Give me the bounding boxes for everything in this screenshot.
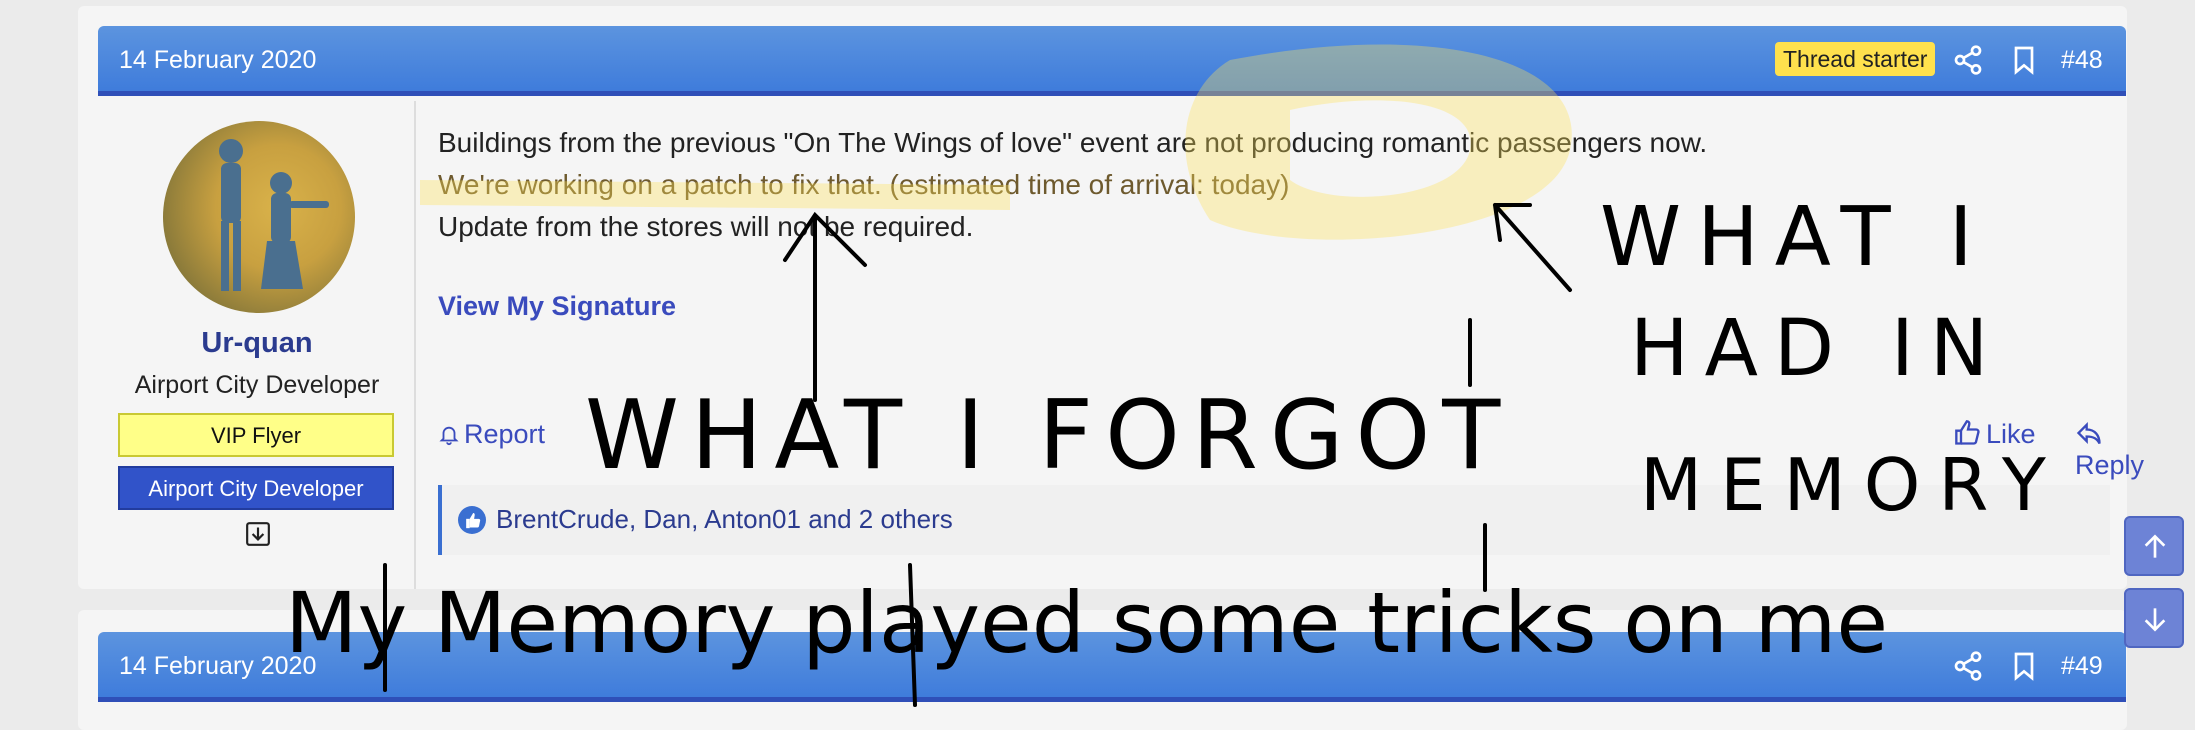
thumbs-up-icon <box>1955 420 1980 445</box>
scroll-up-button[interactable] <box>2124 516 2184 576</box>
post-date[interactable]: 14 February 2020 <box>119 652 316 681</box>
likes-list[interactable]: BrentCrude, Dan, Anton01 and 2 others <box>496 504 953 535</box>
vip-flyer-banner: VIP Flyer <box>118 413 394 457</box>
user-panel: Ur-quan Airport City Developer VIP Flyer… <box>98 101 416 589</box>
like-label: Like <box>1986 419 2036 449</box>
view-signature-link[interactable]: View My Signature <box>438 291 676 322</box>
like-reaction-icon <box>458 506 486 534</box>
bell-icon <box>439 426 459 446</box>
report-button[interactable]: Report <box>438 419 545 450</box>
post-date[interactable]: 14 February 2020 <box>119 46 316 75</box>
post-content: Buildings from the previous "On The Wing… <box>438 101 2144 589</box>
bookmark-icon[interactable] <box>2008 44 2040 76</box>
avatar-figures-icon <box>219 139 329 291</box>
body-line-2: We're working on a patch to fix that. (e… <box>438 169 1290 200</box>
expand-icon[interactable] <box>245 521 271 547</box>
report-label: Report <box>464 419 546 449</box>
like-button[interactable]: Like <box>1954 419 2036 450</box>
post-number[interactable]: #49 <box>2061 652 2103 681</box>
post-header: 14 February 2020 Thread starter #48 <box>98 26 2126 96</box>
likes-summary[interactable]: BrentCrude, Dan, Anton01 and 2 others <box>438 485 2110 555</box>
thread-starter-badge: Thread starter <box>1775 42 1936 76</box>
avatar[interactable] <box>163 121 355 313</box>
username[interactable]: Ur-quan <box>98 327 416 360</box>
body-line-3: Update from the stores will not be requi… <box>438 211 974 242</box>
post-number[interactable]: #48 <box>2061 46 2103 75</box>
arrow-up-icon <box>2144 534 2166 558</box>
scroll-down-button[interactable] <box>2124 588 2184 648</box>
reply-icon <box>2076 422 2101 445</box>
user-title: Airport City Developer <box>134 371 380 399</box>
post-49: 14 February 2020 #49 <box>78 610 2127 730</box>
body-line-1: Buildings from the previous "On The Wing… <box>438 127 1708 158</box>
share-icon[interactable] <box>1952 44 1984 76</box>
arrow-down-icon <box>2144 608 2166 632</box>
share-icon[interactable] <box>1952 650 1984 682</box>
developer-banner: Airport City Developer <box>118 466 394 510</box>
post-header: 14 February 2020 #49 <box>98 632 2126 702</box>
reply-label: Reply <box>2075 450 2145 480</box>
post-48: 14 February 2020 Thread starter #48 Ur-q… <box>78 6 2144 589</box>
bookmark-icon[interactable] <box>2008 650 2040 682</box>
reply-button[interactable]: Reply <box>2075 419 2144 481</box>
